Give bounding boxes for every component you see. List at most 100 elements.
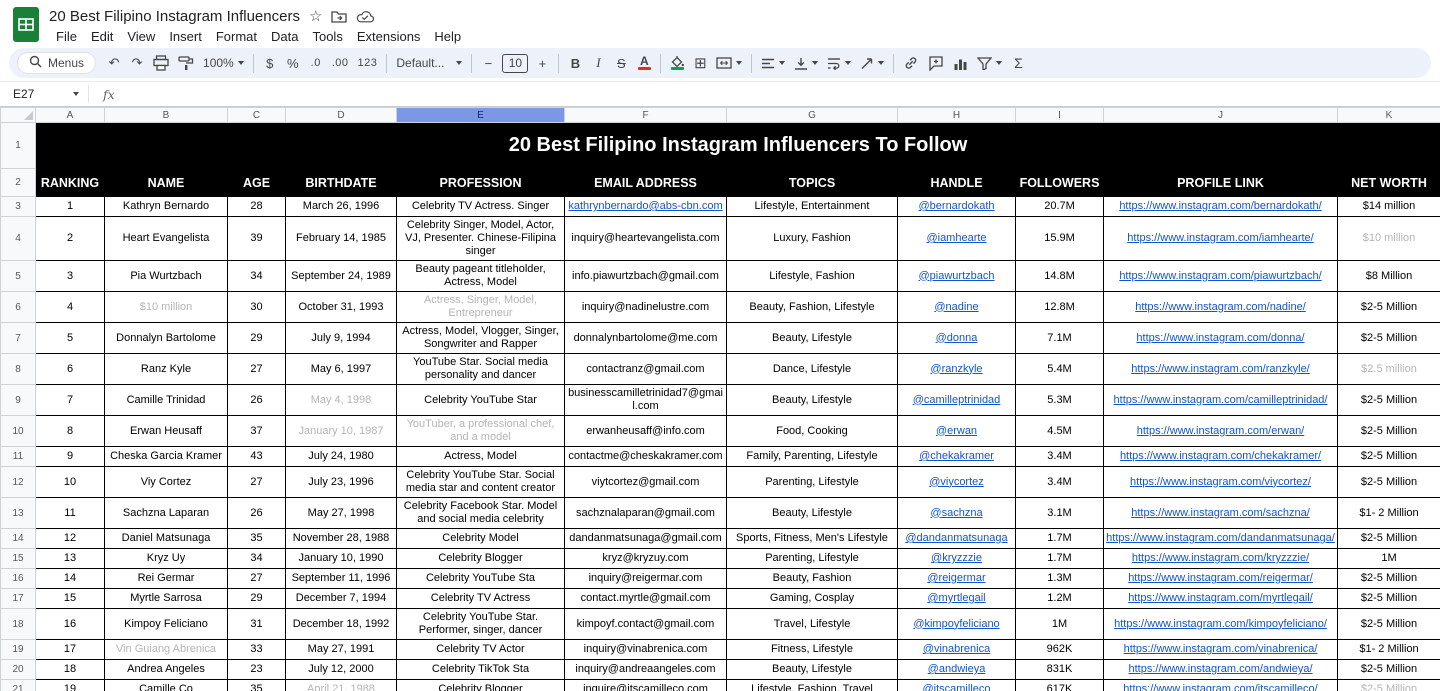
cell[interactable]: 30: [227, 291, 286, 323]
row-header-9[interactable]: 9: [0, 384, 36, 416]
cell-link[interactable]: https://www.instagram.com/vinabrenica/: [1124, 643, 1318, 655]
cell[interactable]: $2-5 Million: [1337, 446, 1440, 467]
menus-button[interactable]: Menus: [17, 52, 97, 74]
col-header-F[interactable]: F: [564, 107, 727, 123]
cell[interactable]: YouTube Star. Social media personality a…: [396, 353, 565, 385]
cell[interactable]: https://www.instagram.com/piawurtzbach/: [1103, 260, 1338, 292]
cell[interactable]: Lifestyle, Fashion: [726, 260, 898, 292]
col-header-C[interactable]: C: [227, 107, 286, 123]
paint-format-button[interactable]: [174, 51, 198, 75]
cell-link[interactable]: @kimpoyfeliciano: [913, 618, 999, 630]
row-header-20[interactable]: 20: [0, 659, 36, 680]
cell[interactable]: 27: [227, 568, 286, 589]
cell[interactable]: @bernardokath: [897, 196, 1016, 217]
text-color-button[interactable]: A: [633, 51, 655, 75]
cell-link[interactable]: https://www.instagram.com/bernardokath/: [1119, 200, 1321, 212]
cell[interactable]: Sachzna Laparan: [104, 497, 228, 529]
cell[interactable]: $2-5 Million: [1337, 588, 1440, 609]
row-header-19[interactable]: 19: [0, 639, 36, 660]
cell[interactable]: $1- 2 Million: [1337, 497, 1440, 529]
cell[interactable]: Celebrity YouTube Star. Social media sta…: [396, 466, 565, 498]
row-header-1[interactable]: 1: [0, 122, 36, 169]
cell-link[interactable]: kathrynbernardo@abs-cbn.com: [568, 200, 722, 212]
column-title-followers[interactable]: FOLLOWERS: [1015, 168, 1104, 197]
column-title-net-worth[interactable]: NET WORTH: [1337, 168, 1440, 197]
cell[interactable]: 8: [35, 415, 105, 447]
font-size-input[interactable]: 10: [502, 53, 529, 73]
cell[interactable]: Camille Co: [104, 679, 228, 691]
cell[interactable]: Actress, Model, Vlogger, Singer, Songwri…: [396, 322, 565, 354]
cell-link[interactable]: @dandanmatsunaga: [905, 532, 1007, 544]
cell[interactable]: Kathryn Bernardo: [104, 196, 228, 217]
row-header-15[interactable]: 15: [0, 548, 36, 569]
cell[interactable]: 35: [227, 528, 286, 549]
cell[interactable]: Celebrity Blogger: [396, 679, 565, 691]
cell[interactable]: Sports, Fitness, Men's Lifestyle: [726, 528, 898, 549]
cell[interactable]: Donnalyn Bartolome: [104, 322, 228, 354]
cell[interactable]: @ranzkyle: [897, 353, 1016, 385]
cell[interactable]: 1M: [1337, 548, 1440, 569]
cell[interactable]: inquiry@heartevangelista.com: [564, 216, 727, 261]
strikethrough-button[interactable]: S: [610, 51, 632, 75]
insert-comment-button[interactable]: [924, 51, 948, 75]
row-header-14[interactable]: 14: [0, 528, 36, 549]
cell[interactable]: @nadine: [897, 291, 1016, 323]
cell[interactable]: 19: [35, 679, 105, 691]
merge-cells-button[interactable]: [712, 51, 746, 75]
cell[interactable]: 16: [35, 608, 105, 640]
cell[interactable]: inquiry@vinabrenica.com: [564, 639, 727, 660]
cell[interactable]: https://www.instagram.com/itscamilleco/: [1103, 679, 1338, 691]
menu-format[interactable]: Format: [209, 28, 264, 45]
cell[interactable]: Celebrity Singer, Model, Actor, VJ, Pres…: [396, 216, 565, 261]
cell-link[interactable]: https://www.instagram.com/myrtlegail/: [1128, 592, 1313, 604]
cell[interactable]: 4.5M: [1015, 415, 1104, 447]
cell[interactable]: 10: [35, 466, 105, 498]
zoom-select[interactable]: 100%: [199, 51, 248, 75]
cell[interactable]: Parenting, Lifestyle: [726, 548, 898, 569]
cell[interactable]: contactme@cheskakramer.com: [564, 446, 727, 467]
cell[interactable]: July 23, 1996: [285, 466, 397, 498]
cell[interactable]: 29: [227, 322, 286, 354]
cell[interactable]: 4: [35, 291, 105, 323]
cell[interactable]: 9: [35, 446, 105, 467]
cell[interactable]: https://www.instagram.com/dandanmatsunag…: [1103, 528, 1338, 549]
cell-link[interactable]: https://www.instagram.com/camilleptrinid…: [1114, 394, 1328, 406]
cell-link[interactable]: https://www.instagram.com/nadine/: [1135, 301, 1306, 313]
sheets-logo-icon[interactable]: [13, 7, 39, 47]
cell[interactable]: @sachzna: [897, 497, 1016, 529]
cell[interactable]: Actress, Singer, Model, Entrepreneur: [396, 291, 565, 323]
format-currency-button[interactable]: $: [259, 51, 281, 75]
cell[interactable]: 3.4M: [1015, 446, 1104, 467]
cell[interactable]: @donna: [897, 322, 1016, 354]
cell[interactable]: https://www.instagram.com/myrtlegail/: [1103, 588, 1338, 609]
cell[interactable]: Travel, Lifestyle: [726, 608, 898, 640]
cell[interactable]: 617K: [1015, 679, 1104, 691]
cell[interactable]: https://www.instagram.com/sachzna/: [1103, 497, 1338, 529]
cell[interactable]: Lifestyle, Entertainment: [726, 196, 898, 217]
cell[interactable]: 12.8M: [1015, 291, 1104, 323]
cell[interactable]: April 21, 1988: [285, 679, 397, 691]
cell[interactable]: May 4, 1998: [285, 384, 397, 416]
row-header-5[interactable]: 5: [0, 260, 36, 292]
bold-button[interactable]: B: [564, 51, 586, 75]
column-title-handle[interactable]: HANDLE: [897, 168, 1016, 197]
cell[interactable]: Celebrity TV Actor: [396, 639, 565, 660]
borders-button[interactable]: ⊞: [689, 51, 711, 75]
cell[interactable]: viytcortez@gmail.com: [564, 466, 727, 498]
cell[interactable]: 17: [35, 639, 105, 660]
cell[interactable]: @myrtlegail: [897, 588, 1016, 609]
col-header-A[interactable]: A: [35, 107, 105, 123]
cell[interactable]: November 28, 1988: [285, 528, 397, 549]
cell[interactable]: Andrea Angeles: [104, 659, 228, 680]
cell-link[interactable]: https://www.instagram.com/erwan/: [1137, 425, 1305, 437]
cell-link[interactable]: https://www.instagram.com/donna/: [1136, 332, 1304, 344]
cell-link[interactable]: @donna: [936, 332, 978, 344]
menu-edit[interactable]: Edit: [84, 28, 120, 45]
cell[interactable]: 14.8M: [1015, 260, 1104, 292]
cell[interactable]: inquiry@reigermar.com: [564, 568, 727, 589]
cell[interactable]: Pia Wurtzbach: [104, 260, 228, 292]
select-all-corner[interactable]: [0, 107, 36, 123]
cell[interactable]: Kimpoy Feliciano: [104, 608, 228, 640]
insert-link-button[interactable]: [899, 51, 923, 75]
cell[interactable]: 20.7M: [1015, 196, 1104, 217]
